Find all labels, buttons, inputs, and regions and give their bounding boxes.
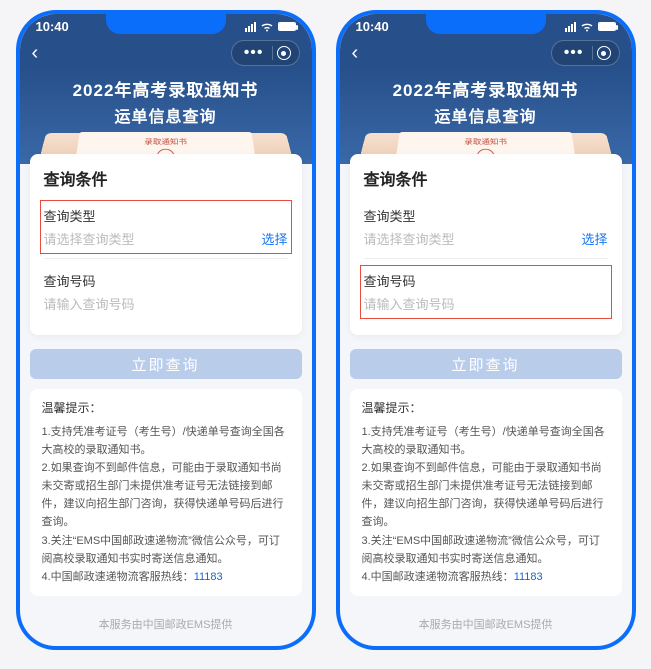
- miniprogram-capsule[interactable]: •••: [551, 40, 620, 66]
- tips-line-1: 1.支持凭准考证号（考生号）/快递单号查询全国各大高校的录取通知书。: [362, 423, 610, 459]
- letter-label: 录取通知书: [144, 137, 187, 147]
- tips-line-4: 4.中国邮政速递物流客服热线：11183: [362, 568, 610, 586]
- query-type-field[interactable]: 查询类型 请选择查询类型 选择: [364, 200, 608, 259]
- tips-heading: 温馨提示：: [42, 399, 290, 419]
- miniprogram-capsule[interactable]: •••: [231, 40, 300, 66]
- query-number-label: 查询号码: [44, 271, 288, 290]
- query-type-field[interactable]: 查询类型 请选择查询类型 选择: [44, 200, 288, 259]
- phone-frame-right: 10:40 ‹ ••• 2022年高考录取通知书 运单信息查询 录取通知书 ✶ …: [336, 10, 636, 650]
- tips-line-1: 1.支持凭准考证号（考生号）/快递单号查询全国各大高校的录取通知书。: [42, 423, 290, 459]
- submit-label: 立即查询: [451, 354, 519, 375]
- status-indicators: [565, 22, 616, 32]
- card-title: 查询条件: [364, 166, 608, 190]
- back-icon[interactable]: ‹: [352, 42, 359, 65]
- close-target-icon[interactable]: [277, 46, 291, 60]
- tips-line-4: 4.中国邮政速递物流客服热线：11183: [42, 568, 290, 586]
- back-icon[interactable]: ‹: [32, 42, 39, 65]
- select-button[interactable]: 选择: [261, 229, 287, 248]
- tips-card: 温馨提示： 1.支持凭准考证号（考生号）/快递单号查询全国各大高校的录取通知书。…: [350, 389, 622, 596]
- more-icon[interactable]: •••: [240, 44, 268, 62]
- status-time: 10:40: [356, 19, 389, 34]
- tips-line-2: 2.如果查询不到邮件信息，可能由于录取通知书尚未交寄或招生部门未提供准考证号无法…: [362, 459, 610, 532]
- letter-label: 录取通知书: [464, 137, 507, 147]
- tips-line-2: 2.如果查询不到邮件信息，可能由于录取通知书尚未交寄或招生部门未提供准考证号无法…: [42, 459, 290, 532]
- submit-button[interactable]: 立即查询: [350, 349, 622, 379]
- query-type-placeholder: 请选择查询类型: [44, 229, 135, 248]
- banner: 2022年高考录取通知书 运单信息查询 录取通知书 ✶: [20, 68, 312, 165]
- tips-line-3: 3.关注“EMS中国邮政速递物流”微信公众号，可订阅高校录取通知书实时寄送信息通…: [362, 532, 610, 568]
- query-number-label: 查询号码: [364, 271, 608, 290]
- wifi-icon: [580, 22, 594, 32]
- query-number-field[interactable]: 查询号码 请输入查询号码: [44, 265, 288, 323]
- close-target-icon[interactable]: [597, 46, 611, 60]
- signal-icon: [565, 22, 576, 32]
- status-indicators: [245, 22, 296, 32]
- submit-button[interactable]: 立即查询: [30, 349, 302, 379]
- battery-icon: [598, 22, 616, 31]
- query-card: 查询条件 查询类型 请选择查询类型 选择 查询号码 请输入查询号码: [30, 154, 302, 335]
- phone-notch: [106, 14, 226, 34]
- wifi-icon: [260, 22, 274, 32]
- tips-heading: 温馨提示：: [362, 399, 610, 419]
- status-time: 10:40: [36, 19, 69, 34]
- tips-line-3: 3.关注“EMS中国邮政速递物流”微信公众号，可订阅高校录取通知书实时寄送信息通…: [42, 532, 290, 568]
- card-title: 查询条件: [44, 166, 288, 190]
- more-icon[interactable]: •••: [560, 44, 588, 62]
- banner: 2022年高考录取通知书 运单信息查询 录取通知书 ✶: [340, 68, 632, 165]
- banner-title: 2022年高考录取通知书: [20, 68, 312, 101]
- query-type-label: 查询类型: [364, 206, 608, 225]
- footer-text: 本服务由中国邮政EMS提供: [340, 606, 632, 646]
- phone-frame-left: 10:40 ‹ ••• 2022年高考录取通知书 运单信息查询 录取通知书 ✶ …: [16, 10, 316, 650]
- nav-bar: ‹ •••: [340, 39, 632, 67]
- phone-notch: [426, 14, 546, 34]
- submit-label: 立即查询: [131, 354, 199, 375]
- select-button[interactable]: 选择: [581, 229, 607, 248]
- banner-title: 2022年高考录取通知书: [340, 68, 632, 101]
- hotline-number[interactable]: 11183: [194, 571, 223, 583]
- query-type-placeholder: 请选择查询类型: [364, 229, 455, 248]
- tips-card: 温馨提示： 1.支持凭准考证号（考生号）/快递单号查询全国各大高校的录取通知书。…: [30, 389, 302, 596]
- query-card: 查询条件 查询类型 请选择查询类型 选择 查询号码 请输入查询号码: [350, 154, 622, 335]
- query-number-placeholder: 请输入查询号码: [364, 294, 455, 313]
- nav-bar: ‹ •••: [20, 39, 312, 67]
- battery-icon: [278, 22, 296, 31]
- hotline-number[interactable]: 11183: [514, 571, 543, 583]
- query-type-label: 查询类型: [44, 206, 288, 225]
- query-number-placeholder: 请输入查询号码: [44, 294, 135, 313]
- signal-icon: [245, 22, 256, 32]
- query-number-field[interactable]: 查询号码 请输入查询号码: [364, 265, 608, 323]
- footer-text: 本服务由中国邮政EMS提供: [20, 606, 312, 646]
